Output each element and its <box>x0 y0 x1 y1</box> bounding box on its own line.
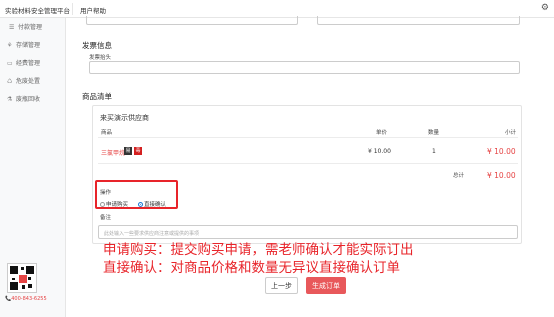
total-value: ¥ 10.00 <box>487 171 516 180</box>
sidebar-item-label: 经费管理 <box>16 60 41 67</box>
create-order-button[interactable]: 生成订单 <box>306 277 346 294</box>
remark-label: 备注 <box>100 215 112 221</box>
user-help-link[interactable]: 用户帮助 <box>80 5 106 15</box>
row-subtotal: ¥ 10.00 <box>487 147 516 156</box>
divider <box>98 137 518 138</box>
sidebar: ☰ 付款管理 ⚘ 存储管理 ▭ 经费管理 ♺ 危废处置 ⚗ 废瓶回收 📞400-843-6… <box>0 18 66 317</box>
goods-section-title: 商品清单 <box>82 92 112 101</box>
platform-title[interactable]: 实验材料安全管理平台 <box>5 5 70 15</box>
previous-field[interactable] <box>86 16 298 25</box>
divider <box>72 3 73 15</box>
toxic-tag: 毒 <box>134 147 142 155</box>
hazard-tag: 易 <box>124 147 132 155</box>
radio-selected-icon[interactable] <box>138 201 143 207</box>
card-icon: ▭ <box>7 60 13 67</box>
divider <box>98 163 518 164</box>
sitemap-icon: ⚘ <box>7 42 13 49</box>
remark-input[interactable]: 此处输入一些要求供应商注意或提供的事项 <box>98 225 518 239</box>
invoice-header-input[interactable] <box>89 61 520 74</box>
gear-icon[interactable]: ⚙ <box>541 3 549 13</box>
annotation-line-1: 申请购买：提交购买申请，需老师确认才能实际订出 <box>103 242 414 258</box>
sidebar-item-label: 付款管理 <box>18 24 43 31</box>
recycle-icon: ♺ <box>7 78 13 85</box>
column-header-qty: 数量 <box>428 130 440 136</box>
sidebar-item-storage[interactable]: ⚘ 存储管理 <box>7 41 40 51</box>
previous-field[interactable] <box>317 16 520 25</box>
list-icon: ☰ <box>9 24 15 31</box>
column-header-subtotal: 小计 <box>505 130 517 136</box>
qr-code <box>7 263 37 293</box>
prev-step-button[interactable]: 上一步 <box>265 277 298 294</box>
invoice-header-label: 发票抬头 <box>89 55 112 61</box>
annotation-line-2: 直接确认：对商品价格和数量无异议直接确认订单 <box>103 260 400 276</box>
radio-icon[interactable] <box>100 201 105 207</box>
sidebar-item-label: 危废处置 <box>16 78 41 85</box>
invoice-section-title: 发票信息 <box>82 41 112 50</box>
quantity[interactable]: 1 <box>432 148 436 155</box>
phone-number: 📞400-843-6255 <box>5 296 47 302</box>
sidebar-item-payment[interactable]: ☰ 付款管理 <box>9 23 42 33</box>
flask-icon: ⚗ <box>7 96 13 103</box>
sidebar-item-funds[interactable]: ▭ 经费管理 <box>7 59 40 69</box>
sidebar-item-hazard-waste[interactable]: ♺ 危废处置 <box>7 77 40 87</box>
sidebar-item-label: 废瓶回收 <box>16 96 41 103</box>
unit-price: ¥ 10.00 <box>368 148 391 155</box>
radio-direct-confirm[interactable]: 直接确认 <box>138 200 166 208</box>
sidebar-item-label: 存储管理 <box>16 42 41 49</box>
operation-label: 操作 <box>100 190 112 196</box>
radio-apply-purchase[interactable]: 申请购买 <box>100 200 128 208</box>
supplier-name: 来买演示供应商 <box>100 114 149 122</box>
sidebar-item-bottle-recycling[interactable]: ⚗ 废瓶回收 <box>7 95 40 105</box>
product-name-link[interactable]: 三氯甲烷 <box>101 148 125 157</box>
column-header-product: 商品 <box>101 130 113 136</box>
total-label: 总计 <box>453 173 465 179</box>
column-header-price: 单价 <box>376 130 388 136</box>
